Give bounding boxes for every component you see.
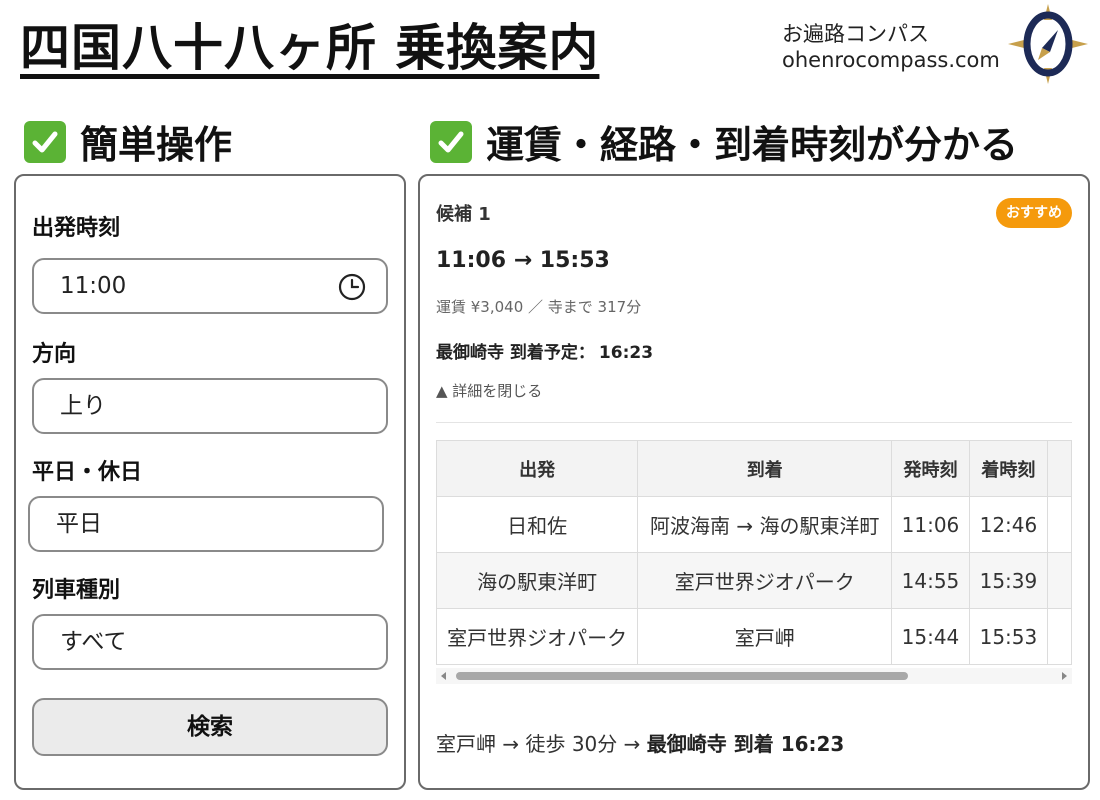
table-row: 海の駅東洋町 室戸世界ジオパーク 14:55 15:39 (436, 552, 1072, 609)
checkbox-check-icon (24, 120, 66, 163)
table-cell: 12:46 (968, 496, 1049, 553)
table-cell: 室戸世界ジオパーク (637, 552, 893, 609)
brand-name: お遍路コンパス (782, 22, 929, 46)
recommended-badge: おすすめ (996, 198, 1072, 228)
departure-time-label: 出発時刻 (32, 216, 121, 241)
final-leg-arrival: 最御崎寺 到着 16:23 (646, 732, 845, 756)
scroll-left-arrow-icon[interactable] (441, 672, 446, 680)
route-table: 出発 到着 発時刻 着時刻 日和佐 阿波海南 → 海の駅東洋町 11:06 12… (436, 440, 1072, 665)
table-cell: 日和佐 (436, 496, 639, 553)
train-type-label: 列車種別 (32, 578, 121, 603)
direction-select[interactable]: 上り (32, 378, 388, 434)
table-cell-overflow (1047, 608, 1072, 665)
direction-label: 方向 (32, 342, 77, 367)
table-header-row: 出発 到着 発時刻 着時刻 (436, 440, 1072, 497)
table-row: 日和佐 阿波海南 → 海の駅東洋町 11:06 12:46 (436, 496, 1072, 553)
scroll-thumb[interactable] (456, 672, 908, 680)
table-cell: 15:44 (891, 608, 970, 665)
table-cell: 11:06 (891, 496, 970, 553)
day-type-value: 平日 (56, 511, 102, 537)
column-header-overflow (1047, 440, 1072, 497)
final-leg-summary: 室戸岬 → 徒歩 30分 → 最御崎寺 到着 16:23 (436, 728, 844, 757)
result-panel: 候補 1 おすすめ 11:06 → 15:53 運賃 ¥3,040 ／ 寺まで … (418, 174, 1090, 790)
page-title: 四国八十八ヶ所 乗換案内 (20, 19, 600, 77)
section-heading-label: 簡単操作 (80, 123, 233, 167)
candidate-label: 候補 1 (436, 204, 491, 225)
time-range: 11:06 → 15:53 (436, 248, 610, 273)
table-cell: 阿波海南 → 海の駅東洋町 (637, 496, 893, 553)
table-cell-overflow (1047, 496, 1072, 553)
table-cell-overflow (1047, 552, 1072, 609)
direction-value: 上り (60, 393, 106, 419)
table-cell: 15:39 (968, 552, 1049, 609)
fare-info: 運賃 ¥3,040 ／ 寺まで 317分 (436, 298, 642, 316)
table-cell: 室戸世界ジオパーク (436, 608, 639, 665)
column-header: 出発 (436, 440, 639, 497)
table-cell: 15:53 (968, 608, 1049, 665)
section-heading-info: 運賃・経路・到着時刻が分かる (430, 114, 1018, 169)
brand-url[interactable]: ohenrocompass.com (782, 48, 1000, 72)
arrival-label: 最御崎寺 到着予定： (436, 343, 595, 363)
details-toggle[interactable]: ▲ 詳細を閉じる (436, 380, 542, 401)
table-row: 室戸世界ジオパーク 室戸岬 15:44 15:53 (436, 608, 1072, 665)
column-header: 着時刻 (968, 440, 1049, 497)
route-table-container[interactable]: 出発 到着 発時刻 着時刻 日和佐 阿波海南 → 海の駅東洋町 11:06 12… (436, 440, 1072, 670)
search-form-panel: 出発時刻 11:00 方向 上り 平日・休日 平日 列車種別 すべて 検索 (14, 174, 406, 790)
column-header: 発時刻 (891, 440, 970, 497)
divider (436, 422, 1072, 423)
arrival-time: 16:23 (598, 343, 654, 363)
day-type-label: 平日・休日 (32, 460, 143, 485)
train-type-select[interactable]: すべて (32, 614, 388, 670)
section-heading-label: 運賃・経路・到着時刻が分かる (486, 123, 1019, 167)
checkbox-check-icon (430, 120, 472, 163)
table-cell: 室戸岬 (637, 608, 893, 665)
departure-time-value: 11:00 (60, 273, 127, 299)
scroll-right-arrow-icon[interactable] (1062, 672, 1067, 680)
search-button[interactable]: 検索 (32, 698, 388, 756)
horizontal-scrollbar[interactable] (436, 668, 1072, 684)
compass-logo-icon (1008, 4, 1088, 84)
section-heading-easy: 簡単操作 (24, 114, 232, 169)
final-leg-prefix: 室戸岬 → 徒歩 30分 → (436, 732, 641, 756)
table-cell: 海の駅東洋町 (436, 552, 639, 609)
departure-time-input[interactable]: 11:00 (32, 258, 388, 314)
table-cell: 14:55 (891, 552, 970, 609)
arrival-estimate: 最御崎寺 到着予定： 16:23 (436, 338, 653, 363)
clock-icon[interactable] (338, 273, 366, 301)
column-header: 到着 (637, 440, 893, 497)
train-type-value: すべて (60, 629, 127, 655)
day-type-select[interactable]: 平日 (28, 496, 384, 552)
